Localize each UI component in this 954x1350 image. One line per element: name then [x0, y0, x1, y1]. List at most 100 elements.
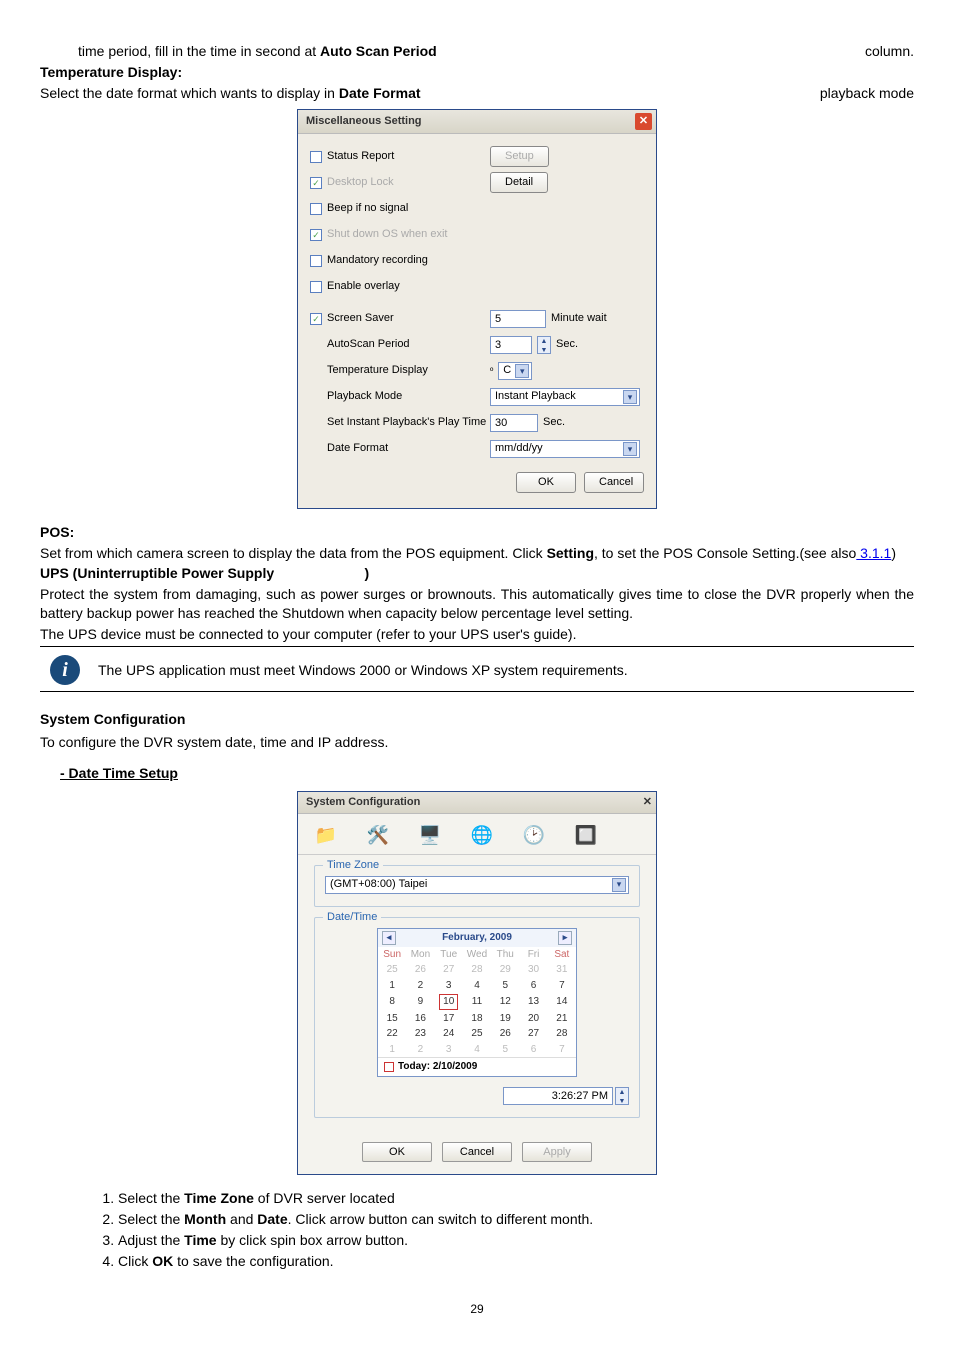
text: , to set the POS Console Setting.(see al… [594, 545, 856, 561]
bold: Date [257, 1211, 287, 1227]
cal-day[interactable]: 19 [491, 1011, 519, 1027]
today-label: Today: 2/10/2009 [398, 1060, 477, 1074]
cal-day[interactable]: 23 [406, 1026, 434, 1042]
ok-button[interactable]: OK [362, 1142, 432, 1163]
timezone-select[interactable]: (GMT+08:00) Taipei ▾ [325, 876, 629, 894]
prev-month-button[interactable]: ◂ [382, 931, 396, 945]
cal-day[interactable]: 28 [463, 962, 491, 978]
cal-day[interactable]: 29 [491, 962, 519, 978]
close-icon[interactable]: ✕ [635, 113, 652, 130]
cal-day[interactable]: 8 [378, 993, 406, 1011]
next-month-button[interactable]: ▸ [558, 931, 572, 945]
playbackmode-select[interactable]: Instant Playback▾ [490, 388, 640, 406]
cal-day[interactable]: 12 [491, 993, 519, 1011]
step-4: Click OK to save the configuration. [118, 1252, 914, 1271]
cal-day[interactable]: 16 [406, 1011, 434, 1027]
checkbox[interactable] [310, 281, 322, 293]
cal-day[interactable]: 21 [548, 1011, 576, 1027]
link-3-1-1[interactable]: 3.1.1 [856, 545, 891, 561]
beep-label: Beep if no signal [327, 201, 408, 216]
steps-list: Select the Time Zone of DVR server locat… [118, 1189, 914, 1271]
ups-info-text: The UPS application must meet Windows 20… [98, 661, 628, 680]
autoscan-sentence: time period, fill in the time in second … [78, 42, 914, 61]
cal-day[interactable]: 6 [519, 1042, 547, 1058]
checkbox[interactable] [310, 203, 322, 215]
degree-symbol: º [490, 365, 493, 377]
tab-display-icon[interactable]: 🖥️ [416, 822, 444, 850]
ok-button[interactable]: OK [516, 472, 576, 493]
calendar-grid: Sun Mon Tue Wed Thu Fri Sat 252627282930… [378, 947, 576, 1058]
cal-day[interactable]: 15 [378, 1011, 406, 1027]
checkbox[interactable] [310, 151, 322, 163]
text: Set from which camera screen to display … [40, 545, 547, 561]
cal-day[interactable]: 26 [491, 1026, 519, 1042]
dow: Fri [519, 947, 547, 963]
text: and [226, 1211, 257, 1227]
calendar[interactable]: ◂ February, 2009 ▸ Sun Mon Tue Wed Thu F… [377, 928, 577, 1077]
cal-day[interactable]: 25 [463, 1026, 491, 1042]
instant-input[interactable] [490, 414, 538, 432]
chevron-down-icon: ▾ [515, 364, 529, 378]
screensaver-input[interactable] [490, 310, 546, 328]
datetime-fieldset: Date/Time ◂ February, 2009 ▸ Sun Mon Tue… [314, 917, 640, 1118]
close-icon[interactable]: ✕ [643, 795, 652, 810]
cal-day[interactable]: 2 [406, 1042, 434, 1058]
time-spinner[interactable]: ▲▼ [615, 1087, 629, 1105]
cal-day[interactable]: 2 [406, 978, 434, 994]
tab-tool-icon[interactable]: 🛠️ [364, 822, 392, 850]
checkbox[interactable] [310, 255, 322, 267]
cal-day[interactable]: 9 [406, 993, 434, 1011]
info-row: i The UPS application must meet Windows … [50, 655, 914, 685]
autoscan-spinner[interactable]: ▲▼ [537, 336, 551, 354]
checkbox[interactable]: ✓ [310, 229, 322, 241]
cal-day[interactable]: 18 [463, 1011, 491, 1027]
tab-globe-icon[interactable]: 🌐 [468, 822, 496, 850]
cal-day[interactable]: 17 [435, 1011, 463, 1027]
cal-day[interactable]: 3 [435, 1042, 463, 1058]
cal-day-selected[interactable]: 10 [435, 993, 463, 1011]
sec-label: Sec. [556, 337, 578, 352]
text: Adjust the [118, 1232, 184, 1248]
cal-day[interactable]: 31 [548, 962, 576, 978]
cal-day[interactable]: 5 [491, 1042, 519, 1058]
cal-day[interactable]: 1 [378, 978, 406, 994]
temp-select[interactable]: C▾ [498, 362, 532, 380]
cal-day[interactable]: 14 [548, 993, 576, 1011]
cal-day[interactable]: 1 [378, 1042, 406, 1058]
cal-day[interactable]: 4 [463, 1042, 491, 1058]
cal-day[interactable]: 24 [435, 1026, 463, 1042]
cal-day[interactable]: 20 [519, 1011, 547, 1027]
cancel-button[interactable]: Cancel [584, 472, 644, 493]
cal-day[interactable]: 30 [519, 962, 547, 978]
text: Click [118, 1253, 152, 1269]
cal-day[interactable]: 7 [548, 978, 576, 994]
cal-day[interactable]: 22 [378, 1026, 406, 1042]
apply-button[interactable]: Apply [522, 1142, 592, 1163]
checkbox[interactable]: ✓ [310, 313, 322, 325]
cal-day[interactable]: 25 [378, 962, 406, 978]
cal-day[interactable]: 27 [519, 1026, 547, 1042]
cal-day[interactable]: 26 [406, 962, 434, 978]
chevron-down-icon: ▾ [623, 442, 637, 456]
dateformat-select[interactable]: mm/dd/yy▾ [490, 440, 640, 458]
month-label: February, 2009 [442, 931, 512, 945]
tab-folder-icon[interactable]: 📁 [312, 822, 340, 850]
detail-button[interactable]: Detail [490, 172, 548, 193]
autoscan-input[interactable] [490, 336, 532, 354]
setup-button[interactable]: Setup [490, 146, 549, 167]
cal-day[interactable]: 4 [463, 978, 491, 994]
cal-day[interactable]: 6 [519, 978, 547, 994]
today-row[interactable]: Today: 2/10/2009 [378, 1057, 576, 1076]
cal-day[interactable]: 27 [435, 962, 463, 978]
tab-chip-icon[interactable]: 🔲 [572, 822, 600, 850]
tab-clock-icon[interactable]: 🕑 [520, 822, 548, 850]
checkbox[interactable]: ✓ [310, 177, 322, 189]
cal-day[interactable]: 5 [491, 978, 519, 994]
time-input[interactable] [503, 1087, 613, 1105]
cal-day[interactable]: 7 [548, 1042, 576, 1058]
cal-day[interactable]: 11 [463, 993, 491, 1011]
cancel-button[interactable]: Cancel [442, 1142, 512, 1163]
cal-day[interactable]: 3 [435, 978, 463, 994]
cal-day[interactable]: 13 [519, 993, 547, 1011]
cal-day[interactable]: 28 [548, 1026, 576, 1042]
